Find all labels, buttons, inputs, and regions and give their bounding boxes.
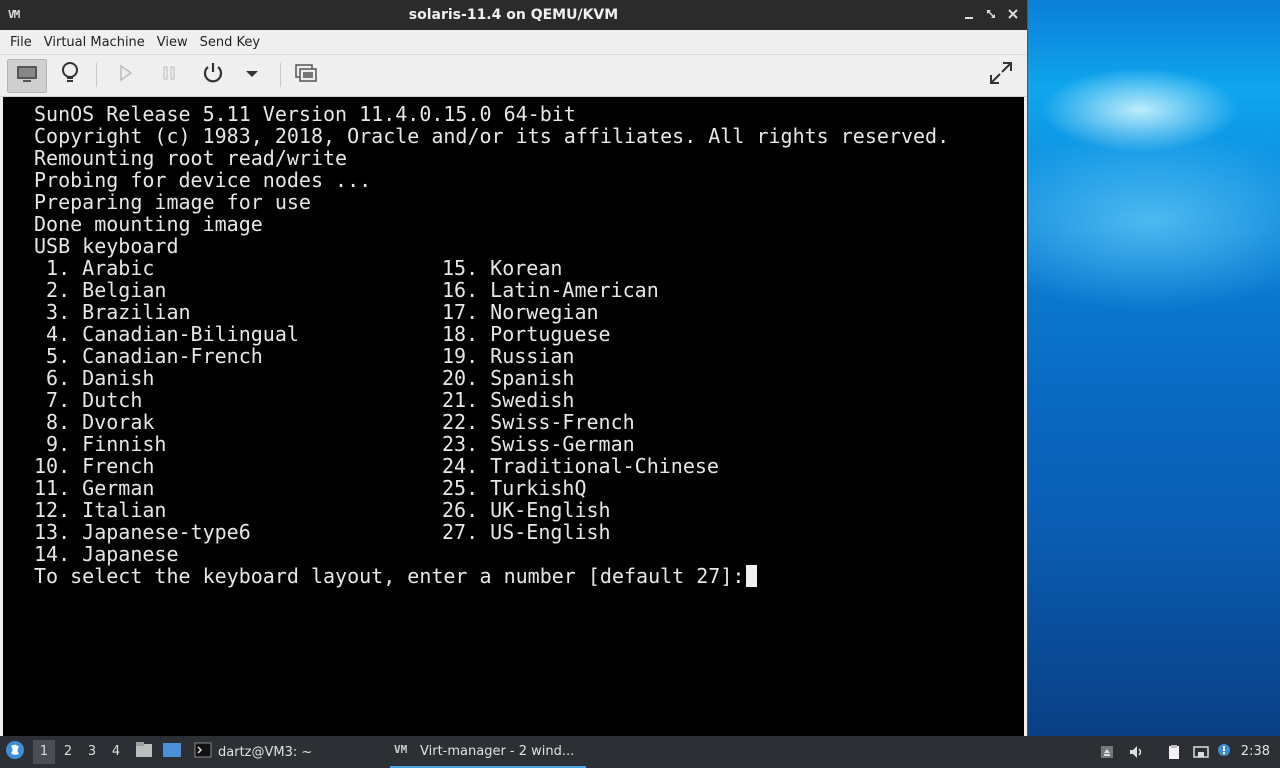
pause-button[interactable]	[150, 59, 188, 91]
close-icon[interactable]	[1005, 6, 1021, 22]
desktop-icon	[162, 741, 182, 763]
task-label: dartz@VM3: ~	[218, 744, 313, 760]
keyboard-layout-option: 21. Swedish	[442, 388, 575, 412]
toolbar	[0, 55, 1027, 97]
virt-manager-icon: VM	[394, 742, 414, 760]
window-titlebar[interactable]: VM solaris-11.4 on QEMU/KVM	[0, 0, 1027, 30]
fullscreen-button[interactable]	[982, 59, 1020, 91]
console-line: Preparing image for use	[34, 190, 311, 214]
keyboard-layout-option: 3. Brazilian	[34, 300, 191, 324]
workspace-2[interactable]: 2	[57, 740, 79, 764]
workspace-3[interactable]: 3	[81, 740, 103, 764]
console-line: Remounting root read/write	[34, 146, 348, 170]
details-button[interactable]	[51, 59, 89, 91]
console-line: USB keyboard	[34, 234, 179, 258]
virt-manager-app-icon: VM	[8, 8, 20, 21]
workspace-1[interactable]: 1	[33, 740, 55, 764]
taskbar-virt-manager-window[interactable]: VM Virt-manager - 2 wind...	[390, 736, 586, 768]
clipboard-icon[interactable]	[1166, 744, 1182, 760]
keyboard-layout-option: 16. Latin-American	[442, 278, 659, 302]
volume-icon[interactable]	[1128, 744, 1144, 760]
power-icon	[201, 61, 225, 89]
window-title: solaris-11.4 on QEMU/KVM	[408, 7, 619, 23]
keyboard-layout-option: 8. Dvorak	[34, 410, 155, 434]
keyboard-layout-option: 15. Korean	[442, 256, 563, 280]
text-cursor	[746, 565, 758, 587]
terminal-icon	[194, 741, 212, 763]
keyboard-layout-option: 1. Arabic	[34, 256, 155, 280]
file-manager-launcher[interactable]	[134, 736, 156, 768]
keyboard-list-right: 15. Korean 16. Latin-American 17. Norwegia…	[442, 257, 719, 543]
console-icon	[15, 64, 39, 88]
keyboard-layout-option: 10. French	[34, 454, 155, 478]
keyboard-layout-option: 18. Portuguese	[442, 322, 611, 346]
keyboard-layout-option: 24. Traditional-Chinese	[442, 454, 719, 478]
taskbar-terminal-window[interactable]: dartz@VM3: ~	[194, 736, 374, 768]
menu-bar: File Virtual Machine View Send Key	[0, 30, 1027, 55]
keyboard-layout-option: 17. Norwegian	[442, 300, 599, 324]
eject-icon[interactable]	[1099, 744, 1115, 760]
snapshot-icon	[294, 63, 318, 87]
snapshots-button[interactable]	[287, 59, 325, 91]
menu-view[interactable]: View	[151, 35, 194, 50]
keyboard-layout-option: 19. Russian	[442, 344, 575, 368]
console-line: SunOS Release 5.11 Version 11.4.0.15.0 6…	[34, 102, 576, 126]
keyboard-layout-option: 5. Canadian-French	[34, 344, 263, 368]
pause-icon	[159, 63, 179, 87]
details-bulb-icon	[59, 61, 81, 89]
keyboard-layout-option: 25. TurkishQ	[442, 476, 587, 500]
keyboard-layout-option: 9. Finnish	[34, 432, 167, 456]
fullscreen-icon	[988, 60, 1014, 90]
keyboard-layout-option: 12. Italian	[34, 498, 167, 522]
shutdown-menu-button[interactable]	[234, 59, 270, 91]
network-icon[interactable]	[1192, 744, 1209, 760]
keyboard-layout-option: 2. Belgian	[34, 278, 167, 302]
menu-file[interactable]: File	[4, 35, 38, 50]
menu-send-key[interactable]: Send Key	[194, 35, 266, 50]
keyboard-list-left: 1. Arabic 2. Belgian 3. Brazilian 4. Can…	[34, 257, 299, 565]
taskbar: 1 2 3 4 dartz@VM3: ~ VM Virt-manager - 2…	[0, 736, 1280, 768]
prompt-text: To select the keyboard layout, enter a n…	[34, 564, 745, 588]
keyboard-layout-option: 14. Japanese	[34, 542, 179, 566]
run-button[interactable]	[106, 59, 144, 91]
keyboard-layout-option: 13. Japanese-type6	[34, 520, 251, 544]
keyboard-layout-option: 22. Swiss-French	[442, 410, 635, 434]
toolbar-separator	[280, 63, 281, 87]
console-line: Probing for device nodes ...	[34, 168, 372, 192]
chevron-down-icon	[245, 68, 259, 83]
workspace-4[interactable]: 4	[105, 740, 127, 764]
svg-text:VM: VM	[394, 743, 408, 756]
keyboard-layout-option: 26. UK-English	[442, 498, 611, 522]
keyboard-layout-option: 4. Canadian-Bilingual	[34, 322, 299, 346]
task-label: Virt-manager - 2 wind...	[420, 743, 575, 759]
keyboard-layout-option: 23. Swiss-German	[442, 432, 635, 456]
keyboard-layout-option: 27. US-English	[442, 520, 611, 544]
distro-logo-icon	[4, 739, 26, 765]
shutdown-button[interactable]	[194, 59, 232, 91]
file-manager-icon	[134, 740, 154, 764]
console-line: Copyright (c) 1983, 2018, Oracle and/or …	[34, 124, 950, 148]
start-menu-button[interactable]	[4, 736, 28, 768]
clock[interactable]: 2:38	[1241, 736, 1270, 768]
notification-icon[interactable]	[1216, 742, 1232, 758]
console-line: Done mounting image	[34, 212, 263, 236]
console-button[interactable]	[7, 59, 47, 93]
show-desktop-launcher[interactable]	[162, 736, 184, 768]
vm-window: VM solaris-11.4 on QEMU/KVM File Virtual…	[0, 0, 1028, 736]
minimize-icon[interactable]	[961, 6, 977, 22]
toolbar-separator	[96, 63, 97, 87]
keyboard-layout-option: 6. Danish	[34, 366, 155, 390]
console-prompt: To select the keyboard layout, enter a n…	[34, 564, 758, 588]
keyboard-layout-option: 7. Dutch	[34, 388, 143, 412]
vm-console[interactable]: SunOS Release 5.11 Version 11.4.0.15.0 6…	[3, 97, 1024, 736]
run-icon	[115, 63, 135, 87]
console-boot-log: SunOS Release 5.11 Version 11.4.0.15.0 6…	[34, 103, 949, 257]
maximize-icon[interactable]	[983, 6, 999, 22]
menu-virtual-machine[interactable]: Virtual Machine	[38, 35, 151, 50]
keyboard-layout-option: 20. Spanish	[442, 366, 575, 390]
keyboard-layout-option: 11. German	[34, 476, 155, 500]
